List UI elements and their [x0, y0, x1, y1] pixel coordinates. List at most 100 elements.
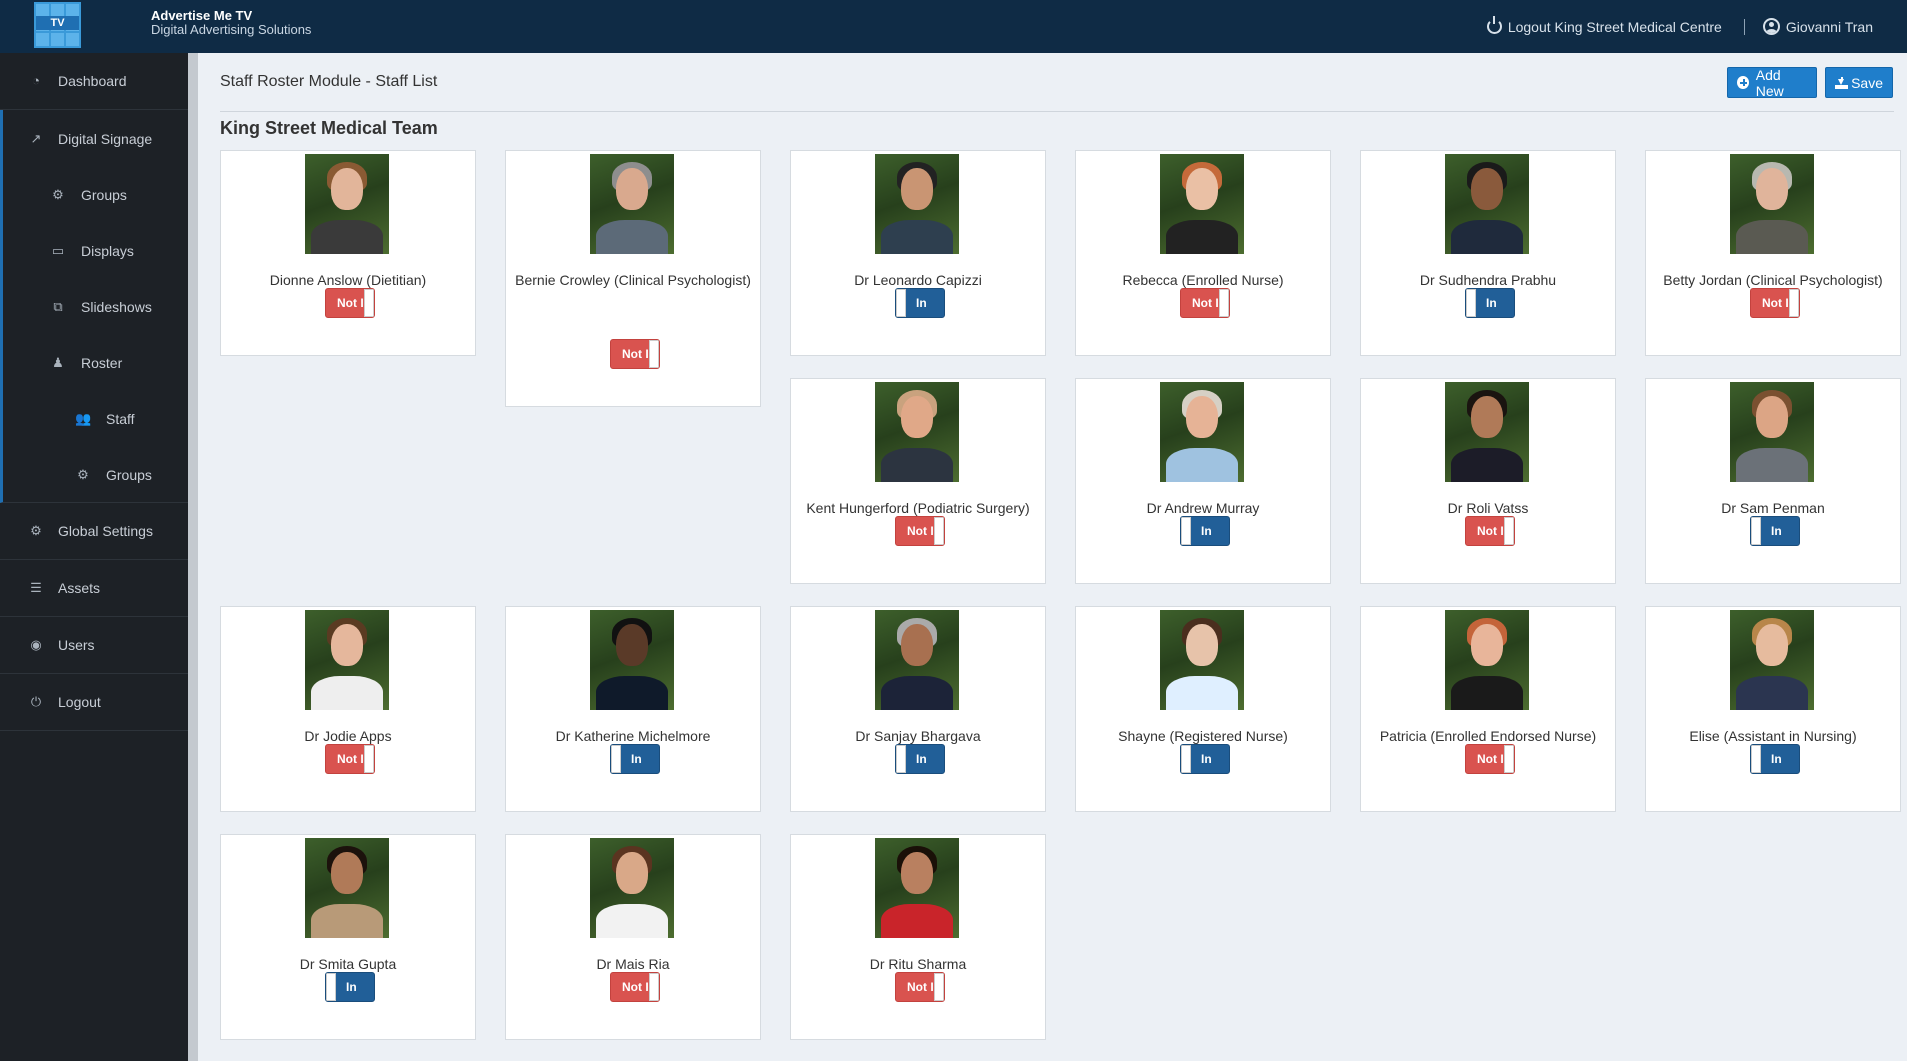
toggle-label: Not In — [1762, 296, 1790, 310]
sidebar-item-displays[interactable]: ▭ Displays — [0, 223, 188, 279]
staff-name: Rebecca (Enrolled Nurse) — [1122, 272, 1284, 288]
toggle-label: In — [1771, 524, 1782, 538]
sidebar: ◔ Dashboard ↗ Digital Signage ⚙ Groups ▭… — [0, 53, 188, 1061]
staff-card: Dr Roli Vatss Not In — [1360, 378, 1616, 584]
user-menu[interactable]: Giovanni Tran — [1762, 18, 1873, 35]
sidebar-item-assets[interactable]: ☰ Assets — [0, 560, 188, 617]
brand-subtitle: Digital Advertising Solutions — [151, 22, 312, 37]
app-logo[interactable]: TV — [34, 2, 81, 48]
status-toggle[interactable]: Not In — [1750, 288, 1800, 318]
status-toggle[interactable]: In — [1180, 516, 1230, 546]
save-button[interactable]: Save — [1825, 67, 1893, 98]
status-toggle[interactable]: In — [1180, 744, 1230, 774]
staff-name: Elise (Assistant in Nursing) — [1689, 728, 1857, 744]
user-name: Giovanni Tran — [1785, 18, 1873, 35]
staff-photo — [1445, 154, 1529, 254]
user-icon — [1762, 18, 1780, 35]
staff-photo — [1160, 382, 1244, 482]
sidebar-item-roster-groups[interactable]: ⚙ Groups — [0, 447, 188, 503]
toggle-label: Not In — [337, 752, 365, 766]
sidebar-item-label: Global Settings — [58, 523, 153, 539]
staff-card: Patricia (Enrolled Endorsed Nurse) Not In — [1360, 606, 1616, 812]
sidebar-item-users[interactable]: ◉ Users — [0, 617, 188, 674]
status-toggle[interactable]: Not In — [895, 516, 945, 546]
toggle-knob[interactable] — [1219, 289, 1229, 317]
toggle-knob[interactable] — [1504, 745, 1514, 773]
main-content: Staff Roster Module - Staff List Add New… — [198, 53, 1907, 1061]
sidebar-item-digital-signage[interactable]: ↗ Digital Signage — [0, 110, 188, 167]
toggle-label: In — [1771, 752, 1782, 766]
sidebar-item-slideshows[interactable]: ⧉ Slideshows — [0, 279, 188, 335]
toggle-knob[interactable] — [896, 745, 906, 773]
toggle-knob[interactable] — [364, 289, 374, 317]
status-toggle[interactable]: Not In — [610, 339, 660, 369]
status-toggle[interactable]: In — [1465, 288, 1515, 318]
brand: Advertise Me TV Digital Advertising Solu… — [151, 9, 311, 37]
sidebar-scrollbar[interactable] — [188, 53, 198, 1061]
status-toggle[interactable]: In — [610, 744, 660, 774]
brand-title: Advertise Me TV — [151, 8, 253, 23]
toggle-label: In — [631, 752, 642, 766]
toggle-knob[interactable] — [649, 340, 659, 368]
sidebar-item-label: Staff — [106, 411, 135, 427]
assets-icon: ☰ — [30, 580, 42, 595]
staff-photo — [1730, 610, 1814, 710]
status-toggle[interactable]: Not In — [1180, 288, 1230, 318]
toggle-label: Not In — [622, 980, 650, 994]
top-header: TV Advertise Me TV Digital Advertising S… — [0, 0, 1907, 53]
sidebar-item-label: Groups — [81, 187, 127, 203]
status-toggle[interactable]: Not In — [895, 972, 945, 1002]
toggle-knob[interactable] — [364, 745, 374, 773]
status-toggle[interactable]: In — [895, 744, 945, 774]
status-toggle[interactable]: Not In — [1465, 516, 1515, 546]
toggle-knob[interactable] — [1789, 289, 1799, 317]
toggle-knob[interactable] — [1181, 745, 1191, 773]
toggle-label: In — [916, 296, 927, 310]
toggle-knob[interactable] — [649, 973, 659, 1001]
sidebar-item-logout[interactable]: ⏻ Logout — [0, 674, 188, 731]
sidebar-item-dashboard[interactable]: ◔ Dashboard — [0, 53, 188, 110]
staff-name: Betty Jordan (Clinical Psychologist) — [1663, 272, 1883, 288]
status-toggle[interactable]: Not In — [325, 744, 375, 774]
toggle-knob[interactable] — [934, 517, 944, 545]
staff-name: Dr Andrew Murray — [1146, 500, 1260, 516]
logo-text: TV — [36, 16, 79, 30]
dashboard-icon: ◔ — [32, 73, 40, 88]
staff-photo — [875, 382, 959, 482]
toggle-knob[interactable] — [1751, 745, 1761, 773]
status-toggle[interactable]: Not In — [610, 972, 660, 1002]
status-toggle[interactable]: Not In — [325, 288, 375, 318]
toggle-knob[interactable] — [1466, 289, 1476, 317]
logout-link[interactable]: Logout King Street Medical Centre — [1486, 16, 1722, 35]
toggle-label: Not In — [1192, 296, 1220, 310]
toggle-knob[interactable] — [1181, 517, 1191, 545]
toggle-knob[interactable] — [1751, 517, 1761, 545]
staff-name: Dr Sudhendra Prabhu — [1419, 272, 1557, 288]
download-icon — [1835, 76, 1849, 89]
sidebar-item-staff[interactable]: 👥 Staff — [0, 391, 188, 447]
toggle-knob[interactable] — [896, 289, 906, 317]
sidebar-item-signage-groups[interactable]: ⚙ Groups — [0, 167, 188, 223]
status-toggle[interactable]: In — [1750, 516, 1800, 546]
team-title: King Street Medical Team — [220, 118, 438, 138]
toggle-label: Not In — [907, 980, 935, 994]
toggle-knob[interactable] — [326, 973, 336, 1001]
staff-name: Dr Sam Penman — [1721, 500, 1825, 516]
sidebar-item-label: Assets — [58, 580, 101, 596]
status-toggle[interactable]: In — [325, 972, 375, 1002]
toggle-knob[interactable] — [1504, 517, 1514, 545]
staff-card: Dr Sanjay Bhargava In — [790, 606, 1046, 812]
staff-photo — [875, 610, 959, 710]
add-new-button[interactable]: Add New — [1727, 66, 1817, 99]
status-toggle[interactable]: In — [1750, 744, 1800, 774]
toggle-label: Not In — [622, 347, 650, 361]
toggle-knob[interactable] — [611, 745, 621, 773]
toggle-label: In — [1486, 296, 1497, 310]
power-icon — [1486, 16, 1502, 34]
status-toggle[interactable]: Not In — [1465, 744, 1515, 774]
sidebar-item-roster[interactable]: ♟ Roster — [0, 335, 188, 391]
add-new-label: Add New — [1755, 66, 1784, 99]
toggle-knob[interactable] — [934, 973, 944, 1001]
sidebar-item-global-settings[interactable]: ⚙ Global Settings — [0, 503, 188, 560]
status-toggle[interactable]: In — [895, 288, 945, 318]
